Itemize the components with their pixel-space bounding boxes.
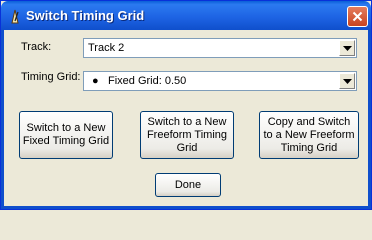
window-frame-left [1,30,4,209]
track-dropdown-value: Track 2 [88,42,125,54]
close-icon [352,11,363,22]
timing-grid-label: Timing Grid: [21,71,81,83]
timing-grid-dropdown-value: Fixed Grid: 0.50 [108,75,187,87]
done-button[interactable]: Done [155,173,221,197]
dialog-window: Switch Timing Grid Track: Track 2 Timing… [0,0,372,210]
window-title: Switch Timing Grid [26,8,145,23]
window-frame-bottom [1,206,371,209]
track-dropdown-button[interactable] [339,40,355,56]
track-label: Track: [21,41,52,53]
title-bar[interactable]: Switch Timing Grid [1,1,371,30]
close-button[interactable] [347,6,368,27]
timing-grid-dropdown-button[interactable] [339,73,355,89]
bullet-icon: ● [92,75,99,87]
copy-switch-freeform-button[interactable]: Copy and Switch to a New Freeform Timing… [259,111,359,159]
timing-grid-dropdown[interactable]: ● Fixed Grid: 0.50 [83,71,357,91]
track-dropdown[interactable]: Track 2 [83,38,357,58]
window-frame-right [368,30,371,209]
switch-freeform-grid-button[interactable]: Switch to a New Freeform Timing Grid [140,111,234,159]
chevron-down-icon [343,46,352,51]
metronome-icon [11,9,19,24]
switch-fixed-grid-button[interactable]: Switch to a New Fixed Timing Grid [19,111,113,159]
chevron-down-icon [343,79,352,84]
